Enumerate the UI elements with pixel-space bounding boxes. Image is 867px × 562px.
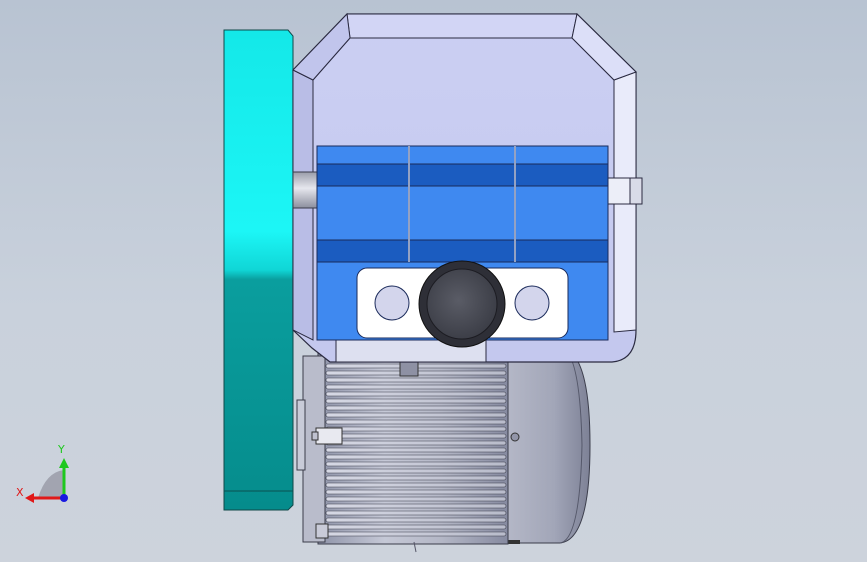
cooling-fin xyxy=(325,517,507,523)
cooling-fin xyxy=(325,503,507,509)
cooling-fin xyxy=(325,468,507,474)
bolt-hole-right xyxy=(514,285,550,321)
cooling-fin xyxy=(325,384,507,390)
cooling-fin xyxy=(325,391,507,397)
cooling-fin xyxy=(325,475,507,481)
cooling-fin xyxy=(325,405,507,411)
input-shaft xyxy=(292,171,320,209)
cooling-fin xyxy=(325,433,507,439)
cooling-fin xyxy=(325,489,507,495)
cooling-fin xyxy=(325,482,507,488)
front-plate xyxy=(356,260,569,348)
cad-viewport[interactable]: Y X xyxy=(0,0,867,562)
cooling-fin xyxy=(325,447,507,453)
cooling-fin xyxy=(325,524,507,530)
cooling-fin xyxy=(325,510,507,516)
axis-triad: Y X xyxy=(16,443,69,503)
cooling-fin xyxy=(325,419,507,425)
motor-end-cap xyxy=(499,346,591,544)
coupling-disc xyxy=(223,29,294,511)
motor-body xyxy=(296,349,509,553)
bolt-hole-left xyxy=(374,285,410,321)
cooling-fin xyxy=(325,454,507,460)
axis-y-label: Y xyxy=(57,443,65,456)
cooling-fin xyxy=(325,377,507,383)
axis-x-label: X xyxy=(16,486,24,499)
cooling-fin xyxy=(325,412,507,418)
cooling-fin xyxy=(325,461,507,467)
cooling-fin xyxy=(325,426,507,432)
cooling-fin xyxy=(325,496,507,502)
cooling-fin xyxy=(325,440,507,446)
cooling-fin xyxy=(325,398,507,404)
assembly-drawing: Y X xyxy=(16,12,643,553)
cooling-fin xyxy=(325,531,507,537)
